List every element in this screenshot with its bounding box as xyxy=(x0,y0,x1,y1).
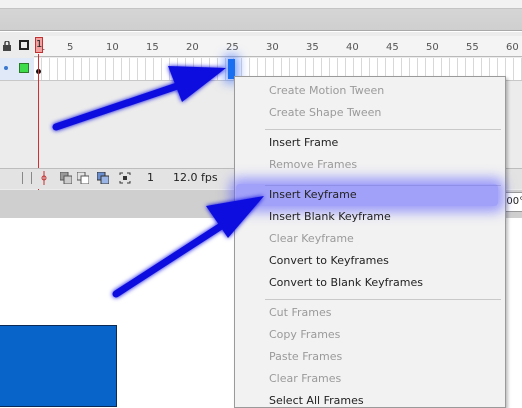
arrow-to-frame-25-icon xyxy=(52,66,226,131)
annotation-arrows xyxy=(52,66,264,298)
arrow-to-insert-keyframe-icon xyxy=(112,196,264,298)
